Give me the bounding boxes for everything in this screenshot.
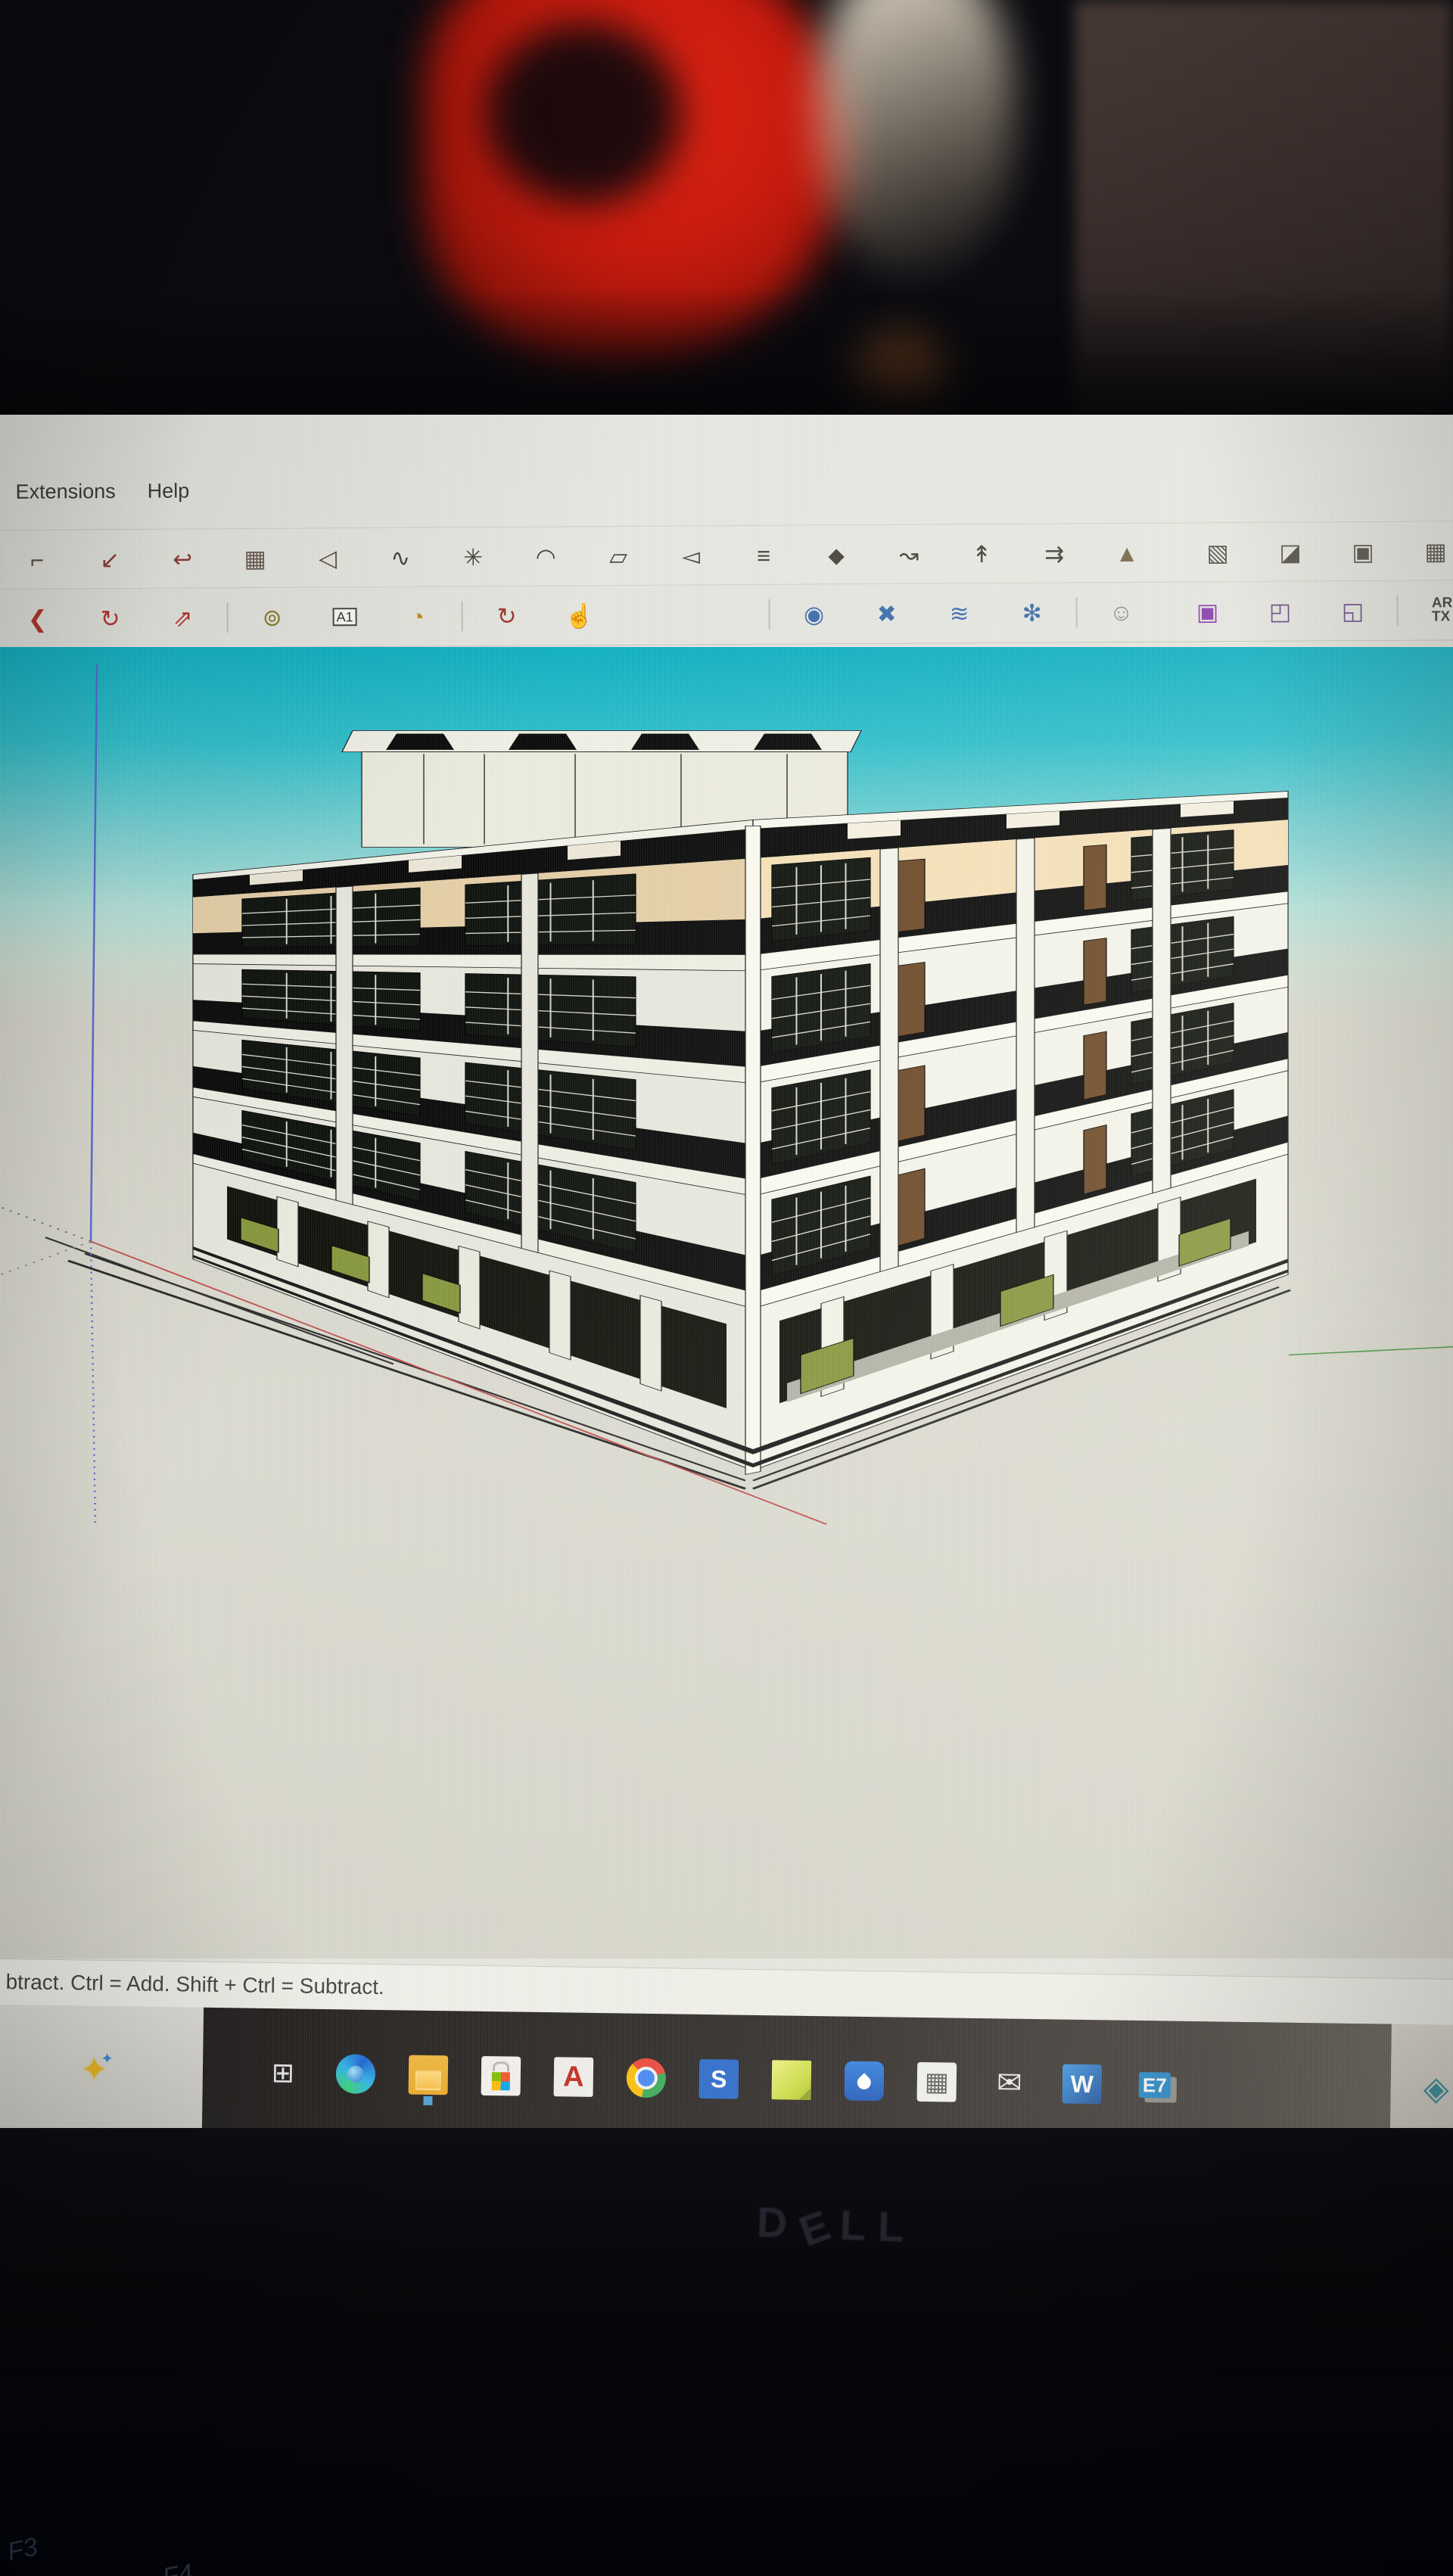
dark-object-blur	[484, 23, 681, 204]
component-options-icon[interactable]: ▣	[1187, 592, 1227, 631]
dell-letter-l2: L	[877, 2201, 916, 2252]
toolbar-divider	[227, 602, 229, 633]
hatch-grid-icon[interactable]: ▦	[1416, 531, 1453, 571]
e7-app-icon[interactable]: E7	[1134, 2065, 1175, 2105]
spike-tool-icon[interactable]: ↟	[962, 534, 1001, 574]
green-axis-dotted	[0, 1207, 91, 1242]
toolbar-divider	[769, 599, 770, 630]
toolbar-strip-right: ▧◪▣▦▩▤⫴▨◫≋▞◆T❠	[1181, 527, 1453, 572]
word-icon[interactable]: W	[1062, 2064, 1102, 2105]
ruler-pen-icon[interactable]: ⌐	[17, 540, 57, 580]
toolbar-strip-2-right: ▣◰◱AR TX◬◫⇕◧⊖◩◪↖	[1171, 586, 1453, 632]
light-streak-blur	[817, 0, 1014, 272]
model-viewport[interactable]	[0, 647, 1453, 1958]
taskbar-icons: ⊞ A S ▦ ✉ W E7	[247, 2053, 1192, 2105]
status-hint-text: btract. Ctrl = Add. Shift + Ctrl = Subtr…	[5, 1970, 384, 1999]
menu-help[interactable]: Help	[148, 479, 190, 502]
room-background	[0, 0, 1453, 454]
f3-key-label[interactable]: F3	[5, 2532, 40, 2567]
hatch-frame-icon[interactable]: ▣	[1343, 532, 1383, 571]
calculator-icon[interactable]: ▦	[916, 2062, 957, 2102]
chrome-icon[interactable]	[627, 2058, 667, 2098]
autocad-icon[interactable]: A	[554, 2057, 594, 2097]
blue-layers-tool-icon[interactable]: ≋	[939, 593, 979, 633]
toolbar-row-2: ❮↻⇗⊚A1◔↻☝◉✖≋✻☺ ▣◰◱AR TX◬◫⇕◧⊖◩◪↖	[1, 580, 1453, 649]
toolbar-divider	[1076, 597, 1078, 627]
mesh-flower-tool-icon[interactable]: ✳	[453, 537, 493, 577]
red-chevron-partial-icon[interactable]: ❮	[17, 599, 57, 639]
protractor-icon[interactable]: ◔	[397, 596, 437, 636]
grid-box-tool-icon[interactable]: ▦	[235, 539, 275, 578]
wedge-tool-icon[interactable]: ◅	[671, 536, 711, 575]
f4-key-label[interactable]: F4	[160, 2559, 195, 2576]
prism-tool-icon[interactable]: ◁	[308, 538, 347, 577]
3d-building-model[interactable]	[45, 730, 1290, 1489]
component-edit-cursor-icon[interactable]: ◱	[1333, 591, 1372, 630]
blue-axis	[91, 664, 97, 1241]
hatch-wedge-icon[interactable]: ◪	[1271, 532, 1310, 571]
menu-extensions[interactable]: Extensions	[16, 480, 116, 504]
taskbar-copilot-segment[interactable]: ✦✦	[0, 2005, 204, 2128]
taskbar-active-app-segment[interactable]: ◈	[1390, 2024, 1453, 2128]
dell-letter-d: D	[756, 2197, 801, 2248]
red-bend-tool-icon[interactable]: ↙	[90, 540, 129, 579]
fork-arrows-tool-icon[interactable]: ⇉	[1035, 534, 1074, 573]
redo-circular-icon[interactable]: ↻	[90, 599, 129, 638]
mail-icon[interactable]: ✉	[989, 2063, 1029, 2103]
tape-measure-icon[interactable]: ⊚	[252, 598, 291, 637]
sticky-notes-icon[interactable]	[771, 2060, 811, 2100]
sketchup-window-chrome: Extensions Help ⌐↙↩▦◁∿✳◠▱◅≡⬥↝↟⇉▲ ▧◪▣▦▩▤⫴…	[0, 415, 1453, 647]
viewport-canvas	[0, 647, 1453, 1958]
toolbar-strip-2-left: ❮ ↻ ⇗ ⊚ A1 ◔ ↻ ☝ ◉ ✖ ≋ ✻ ☺	[1, 593, 1157, 639]
water-drop-app-icon[interactable]	[844, 2061, 884, 2102]
toolbar-divider	[462, 601, 463, 631]
laptop-keyboard-area: F3 F4	[0, 2378, 1453, 2576]
photo-of-laptop: Extensions Help ⌐↙↩▦◁∿✳◠▱◅≡⬥↝↟⇉▲ ▧◪▣▦▩▤⫴…	[0, 0, 1453, 2576]
toolbar-row-1: ⌐↙↩▦◁∿✳◠▱◅≡⬥↝↟⇉▲ ▧◪▣▦▩▤⫴▨◫≋▞◆T❠	[1, 521, 1453, 590]
edge-browser-icon[interactable]	[336, 2054, 376, 2094]
copilot-sparkle-icon[interactable]: ✦✦	[81, 2051, 121, 2091]
screen-bottom-block: btract. Ctrl = Add. Shift + Ctrl = Subtr…	[0, 1958, 1453, 2128]
ar-tx-icon[interactable]: AR TX	[1422, 590, 1453, 630]
blue-x-gear-tool-icon[interactable]: ✻	[1012, 593, 1051, 633]
avatar-account-icon[interactable]: ☺	[1101, 593, 1140, 632]
file-explorer-icon[interactable]	[409, 2055, 449, 2095]
dell-logo: DELL	[756, 2197, 916, 2251]
stack-tool-icon[interactable]: ≡	[744, 536, 783, 575]
s-grid-app-icon[interactable]: S	[699, 2059, 739, 2099]
red-curve-tool-icon[interactable]: ↩	[163, 539, 202, 578]
orbit-icon[interactable]: ↻	[487, 596, 526, 636]
curves-tool-icon[interactable]: ∿	[381, 538, 420, 577]
zoom-extents-icon[interactable]	[705, 595, 744, 634]
terrain-color-tool-icon[interactable]: ▲	[1107, 534, 1147, 573]
dome-tool-icon[interactable]: ◠	[526, 537, 565, 576]
sketchup-app-icon[interactable]: ◈	[1416, 2069, 1453, 2109]
pan-hand-icon[interactable]: ☝	[559, 596, 599, 635]
green-axis	[1289, 1347, 1453, 1355]
zoom-icon[interactable]	[632, 596, 671, 635]
laptop-screen: Extensions Help ⌐↙↩▦◁∿✳◠▱◅≡⬥↝↟⇉▲ ▧◪▣▦▩▤⫴…	[0, 415, 1453, 2128]
toolbar-divider	[1396, 596, 1398, 626]
microsoft-store-icon[interactable]	[481, 2056, 521, 2096]
component-edit-pencil-icon[interactable]: ◰	[1260, 592, 1299, 631]
laptop-bezel: DELL	[0, 2128, 1453, 2378]
blue-shield-tool-icon[interactable]: ◉	[794, 594, 833, 633]
hatch-slab-icon[interactable]: ▧	[1198, 533, 1237, 572]
toolbar-strip-left: ⌐ ↙ ↩ ▦ ◁ ∿ ✳ ◠ ▱ ◅ ≡ ⬥ ↝ ↟ ⇉ ▲	[1, 534, 1163, 580]
menu-bar: Extensions Help	[0, 445, 1453, 530]
task-view-icon[interactable]: ⊞	[263, 2053, 303, 2093]
plane-tool-icon[interactable]: ▱	[599, 537, 638, 576]
blue-x-tool-icon[interactable]: ✖	[867, 594, 906, 633]
windows-taskbar: ✦✦ ⊞ A S ▦ ✉ W E7 ◈	[0, 2005, 1453, 2128]
blue-axis-dotted	[91, 1241, 95, 1525]
dimension-a1-icon[interactable]: A1	[325, 597, 364, 636]
branch-arrows-tool-icon[interactable]: ↝	[889, 535, 929, 574]
chisel-tool-icon[interactable]: ⬥	[817, 535, 856, 574]
gray-axis-dotted	[0, 1241, 91, 1274]
export-page-icon[interactable]: ⇗	[163, 598, 202, 637]
